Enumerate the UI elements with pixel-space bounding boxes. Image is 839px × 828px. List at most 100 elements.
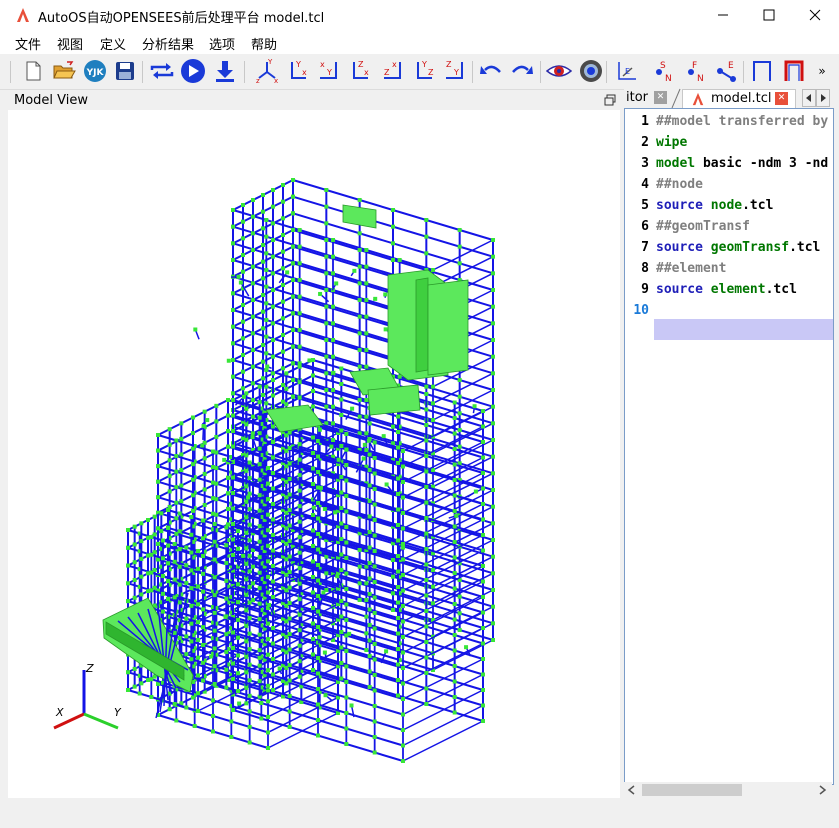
model-view-title: Model View [14, 93, 89, 108]
restore-window-icon[interactable] [604, 94, 616, 106]
scrollbar-thumb[interactable] [642, 784, 742, 796]
y-axis-label: Y [114, 706, 122, 719]
editor-horizontal-scrollbar[interactable] [624, 782, 832, 798]
code-token: source [656, 198, 703, 213]
refresh-icon [150, 63, 174, 79]
window-title: AutoOS自动OPENSEES前后处理平台 model.tcl [38, 11, 325, 26]
download-button[interactable] [212, 58, 238, 84]
menu-define[interactable]: 定义 [100, 34, 126, 53]
axis-xyz-icon: Yz x [256, 58, 278, 84]
redo-button[interactable] [509, 58, 535, 84]
current-line-highlight [654, 319, 833, 340]
svg-text:Z: Z [446, 60, 452, 69]
redo-icon [512, 65, 533, 74]
code-line: ##element [656, 258, 726, 279]
menu-options[interactable]: 选项 [209, 34, 235, 53]
view-zx-button[interactable]: Zx [348, 58, 374, 84]
view-eye-button[interactable] [546, 58, 572, 84]
open-folder-icon [53, 61, 76, 79]
svg-text:E: E [728, 61, 734, 71]
code-token: element [710, 282, 766, 297]
frame-button[interactable] [749, 58, 775, 84]
code-line: ##geomTransf [656, 216, 750, 237]
svg-text:YJK: YJK [86, 68, 105, 78]
menu-help[interactable]: 帮助 [251, 34, 277, 53]
code-token: ##model transferred by [656, 114, 829, 129]
code-token: .tcl [765, 282, 797, 297]
line-number: 7 [641, 240, 649, 255]
save-icon [116, 62, 134, 80]
view-yz-button[interactable]: YZ [412, 58, 438, 84]
node-f-button[interactable]: FN [682, 58, 708, 84]
axis-xy-icon: xY [320, 60, 337, 79]
code-token: model [656, 156, 696, 171]
tab-model-tcl-logo-icon [692, 92, 704, 106]
tab-scroll-right-button[interactable] [816, 89, 830, 107]
node-e-button[interactable]: E [713, 58, 739, 84]
minimize-icon [718, 14, 728, 16]
frame-red-button[interactable] [781, 58, 807, 84]
tab-editor-label: itor [626, 90, 649, 105]
menu-view[interactable]: 视图 [57, 34, 83, 53]
element-axis-button[interactable]: E [613, 58, 639, 84]
close-button[interactable] [792, 0, 838, 30]
screenshot-button[interactable] [578, 58, 604, 84]
tab-scroll-left-button[interactable] [802, 89, 816, 107]
view-zy-button[interactable]: ZY [442, 58, 468, 84]
view-iso-button[interactable]: Yz x [254, 58, 280, 84]
code-token: ##geomTransf [656, 219, 750, 234]
maximize-button[interactable] [746, 0, 792, 30]
editor-tab-strip: itor ✕ model.tcl ✕ [624, 86, 839, 109]
svg-text:Y: Y [267, 58, 273, 66]
new-file-button[interactable] [20, 58, 46, 84]
node-s-icon: SN [656, 61, 672, 84]
toolbar-overflow-button[interactable]: » [814, 58, 830, 84]
node-s-button[interactable]: SN [650, 58, 676, 84]
model-viewport[interactable]: Z X Y [8, 110, 620, 798]
eye-icon [546, 65, 572, 77]
scroll-right-arrow-icon[interactable] [816, 784, 828, 796]
open-button[interactable] [51, 58, 77, 84]
svg-text:Z: Z [428, 68, 434, 77]
svg-text:x: x [392, 60, 397, 69]
maximize-icon [763, 9, 775, 21]
element-axis-icon: E [618, 62, 636, 80]
refresh-button[interactable] [149, 58, 175, 84]
title-bar: AutoOS自动OPENSEES前后处理平台 model.tcl [0, 0, 839, 30]
line-number: 8 [641, 261, 649, 276]
svg-text:E: E [625, 67, 630, 76]
scroll-left-arrow-icon[interactable] [626, 784, 638, 796]
menu-file[interactable]: 文件 [15, 34, 41, 53]
svg-text:Y: Y [453, 68, 459, 77]
code-editor[interactable]: 1 2 3 4 5 6 7 8 9 10 ##model transferred by wipe mo… [624, 108, 834, 785]
undo-button[interactable] [478, 58, 504, 84]
tab-editor-close-icon[interactable]: ✕ [654, 91, 667, 104]
axis-zy-icon: ZY [446, 60, 463, 79]
line-number: 9 [641, 282, 649, 297]
menu-analysis-results[interactable]: 分析结果 [142, 34, 194, 53]
download-icon [216, 61, 234, 82]
svg-text:S: S [660, 61, 666, 71]
tab-model-tcl-label: model.tcl [711, 91, 772, 106]
line-number: 4 [641, 177, 649, 192]
tab-editor[interactable]: itor ✕ [624, 89, 668, 108]
view-yx-button[interactable]: Yx [286, 58, 312, 84]
yjk-import-button[interactable]: YJK [82, 58, 108, 84]
svg-text:F: F [692, 61, 697, 71]
tab-model-tcl-close-icon[interactable]: ✕ [775, 92, 788, 105]
save-button[interactable] [112, 58, 138, 84]
tab-model-tcl[interactable]: model.tcl ✕ [682, 89, 796, 109]
svg-text:Y: Y [295, 60, 301, 69]
svg-text:z: z [256, 77, 260, 84]
run-button[interactable] [180, 58, 206, 84]
axis-triad: Z X Y [53, 662, 122, 730]
view-zx-reverse-button[interactable]: xZ [380, 58, 406, 84]
toolbar-grip [10, 61, 11, 83]
view-xy-button[interactable]: xY [316, 58, 342, 84]
line-number: 1 [641, 114, 649, 129]
menu-bar: 文件 视图 定义 分析结果 选项 帮助 [0, 30, 839, 54]
code-token: .tcl [789, 240, 821, 255]
minimize-button[interactable] [700, 0, 746, 30]
